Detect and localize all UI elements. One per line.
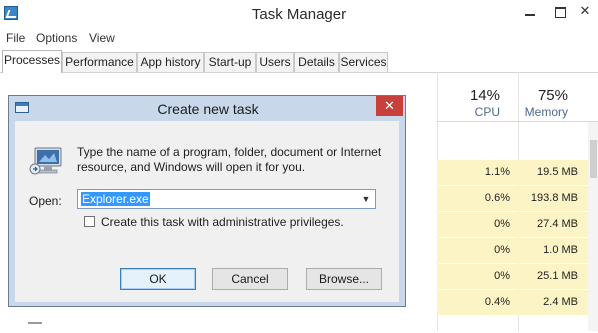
table-row[interactable]: 0.6% 193.8 MB [437,186,598,212]
cpu-cell: 0% [437,264,518,289]
memory-cell: 1.0 MB [518,238,598,263]
menu-file[interactable]: File [6,31,25,45]
tab-services[interactable]: Services [339,52,388,72]
open-input-value[interactable]: Explorer.exe [81,192,150,206]
scrollbar-thumb[interactable] [590,140,597,178]
partial-row-icon [28,322,42,333]
memory-cell: 27.4 MB [518,212,598,237]
table-row[interactable]: 0% 1.0 MB [437,238,598,264]
table-row[interactable]: 0.4% 2.4 MB [437,290,598,316]
memory-column-header[interactable]: 75% Memory [488,87,568,119]
menu-bar: File Options View [0,30,598,48]
maximize-button[interactable] [546,0,574,24]
table-row[interactable]: 0% 25.1 MB [437,264,598,290]
open-label: Open: [29,194,62,208]
dialog-body: Type the name of a program, folder, docu… [15,121,399,302]
window-title: Task Manager [251,6,347,23]
tab-processes[interactable]: Processes [2,50,62,73]
memory-column-label: Memory [524,105,568,119]
title-bar: Task Manager ✕ [0,0,598,30]
close-icon: ✕ [384,98,395,113]
browse-button[interactable]: Browse... [306,268,382,290]
cancel-button[interactable]: Cancel [212,268,288,290]
header-divider [437,121,598,122]
cpu-cell: 0% [437,212,518,237]
tab-performance[interactable]: Performance [62,52,137,72]
open-combobox[interactable]: Explorer.exe ▼ [77,189,376,209]
close-icon: ✕ [579,3,591,18]
description-line: Type the name of a program, folder, docu… [77,145,382,159]
memory-cell: 25.1 MB [518,264,598,289]
cpu-cell: 0.4% [437,290,518,315]
description-line: resource, and Windows will open it for y… [77,160,306,174]
close-button[interactable]: ✕ [572,0,598,24]
dialog-title: Create new task [157,101,259,117]
create-task-dialog: Create new task ✕ Type the name of a pro… [8,95,406,307]
memory-cell: 193.8 MB [518,186,598,211]
menu-options[interactable]: Options [36,31,77,45]
memory-total-percent: 75% [537,87,568,104]
admin-privileges-label[interactable]: Create this task with administrative pri… [101,215,344,229]
table-row[interactable]: 0% 27.4 MB [437,212,598,238]
cpu-cell: 0% [437,238,518,263]
cpu-cell: 1.1% [437,160,518,185]
run-program-icon [29,147,62,175]
tab-start-up[interactable]: Start-up [204,52,256,72]
dialog-description: Type the name of a program, folder, docu… [77,145,387,175]
tab-strip: Processes Performance App history Start-… [0,50,598,73]
ok-button[interactable]: OK [120,268,196,290]
memory-cell: 19.5 MB [518,160,598,185]
tab-app-history[interactable]: App history [137,52,204,72]
tab-users[interactable]: Users [256,52,294,72]
minimize-button[interactable] [516,0,544,24]
chevron-down-icon[interactable]: ▼ [360,193,372,205]
memory-cell: 2.4 MB [518,290,598,315]
admin-privileges-checkbox[interactable] [84,216,95,227]
tab-details[interactable]: Details [294,52,339,72]
table-row[interactable]: 1.1% 19.5 MB [437,160,598,186]
dialog-close-button[interactable]: ✕ [376,96,403,116]
cpu-cell: 0.6% [437,186,518,211]
menu-view[interactable]: View [89,31,115,45]
